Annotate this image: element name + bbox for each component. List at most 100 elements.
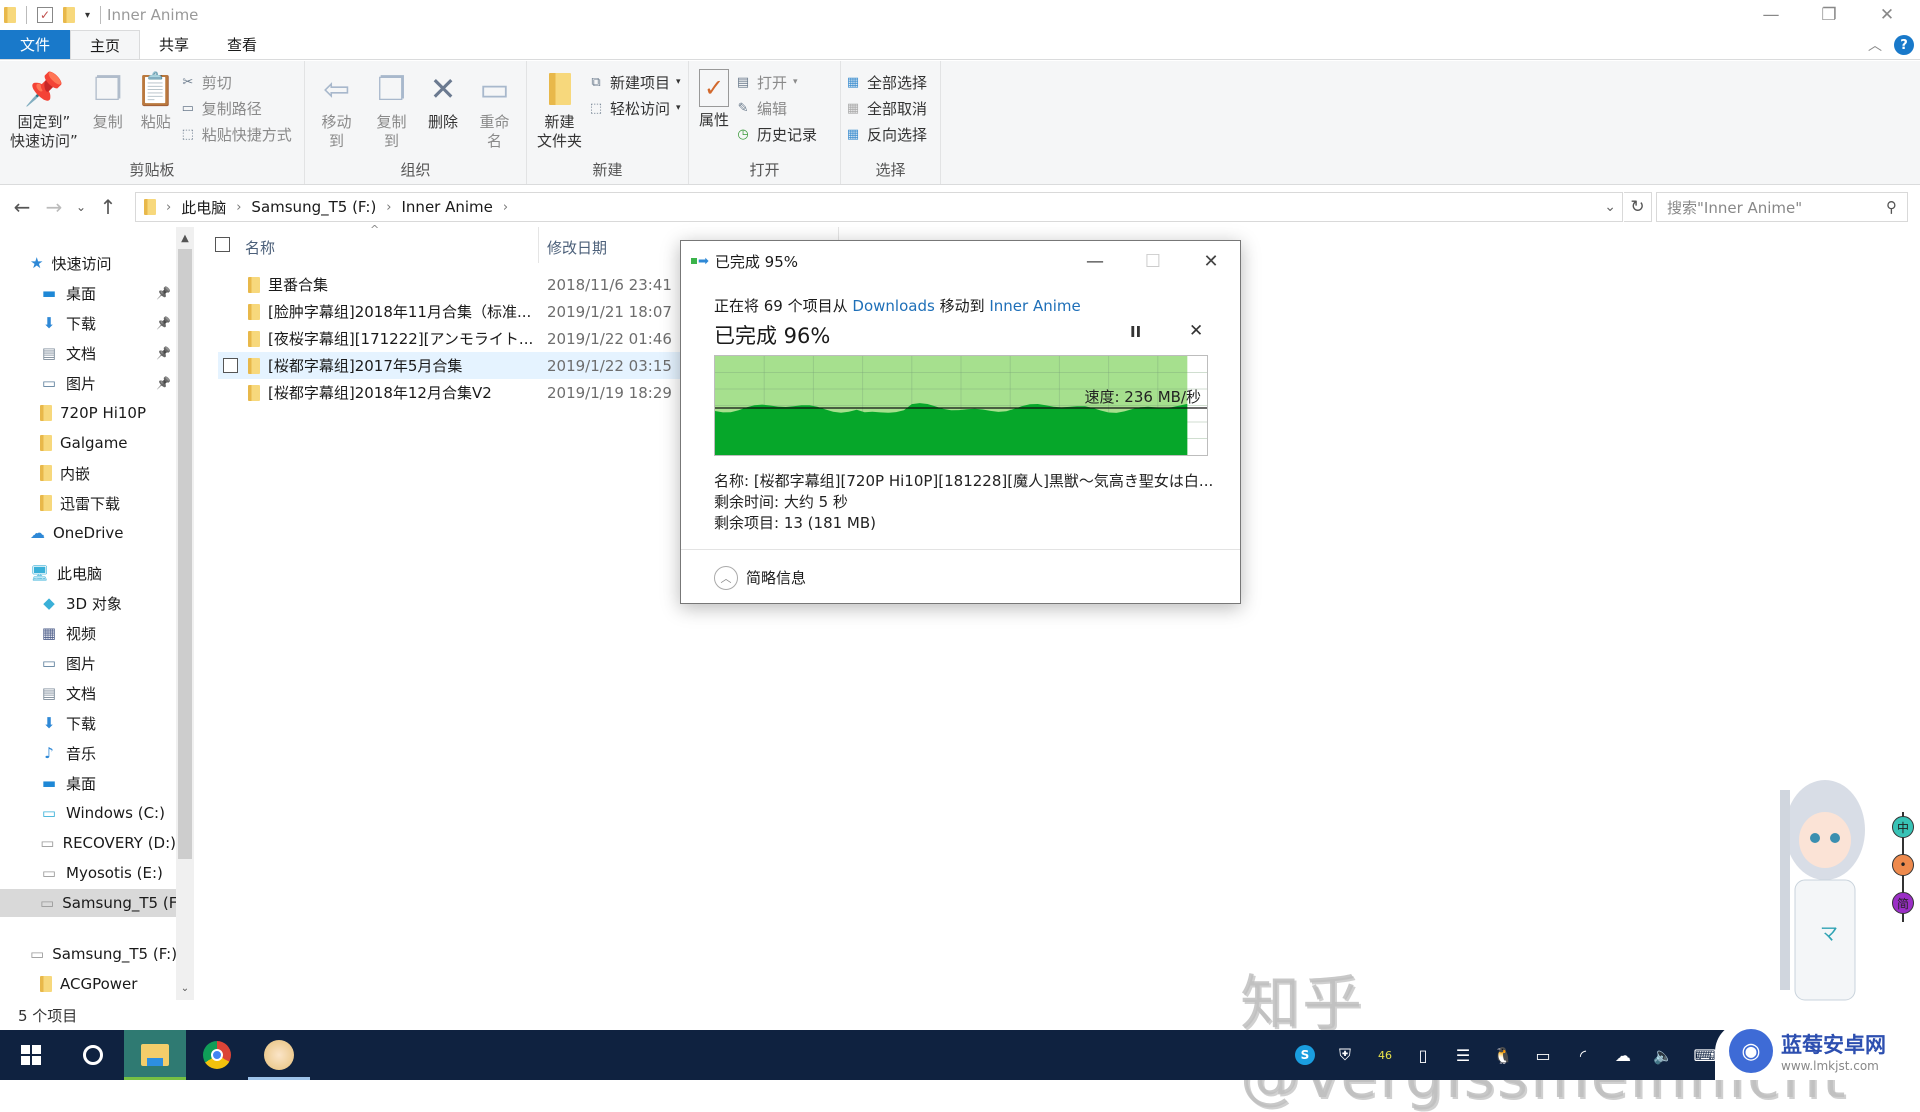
- select-all-button[interactable]: ▦ 全部选择: [845, 71, 927, 93]
- nav-item-pc-1[interactable]: ▦ 视频: [0, 619, 176, 647]
- pause-button[interactable]: II: [1130, 323, 1141, 341]
- tab-home[interactable]: 主页: [70, 30, 141, 59]
- nav-item-quick-3[interactable]: ▭ 图片 📌: [0, 369, 176, 397]
- back-button[interactable]: ←: [6, 191, 38, 223]
- breadcrumb-separator[interactable]: ›: [166, 200, 171, 215]
- pin-icon[interactable]: 📌: [156, 346, 171, 360]
- onedrive-tray-icon[interactable]: ☁: [1608, 1030, 1638, 1080]
- properties-button[interactable]: ✓ 属性: [693, 67, 735, 132]
- skype-icon[interactable]: S: [1290, 1030, 1320, 1080]
- start-button[interactable]: [0, 1030, 62, 1080]
- source-link[interactable]: Downloads: [852, 297, 934, 315]
- paste-shortcut-button[interactable]: ⬚ 粘贴快捷方式: [180, 123, 292, 145]
- easy-access-button[interactable]: ⬚ 轻松访问 ▾: [588, 97, 681, 119]
- invert-selection-button[interactable]: ▦ 反向选择: [845, 123, 927, 145]
- ime-chinese-button[interactable]: 中: [1892, 816, 1914, 838]
- breadcrumb-drive[interactable]: Samsung_T5 (F:): [251, 198, 376, 216]
- tab-view[interactable]: 查看: [208, 30, 276, 59]
- destination-link[interactable]: Inner Anime: [989, 297, 1080, 315]
- notification-speaker-icon[interactable]: ☰: [1448, 1030, 1478, 1080]
- breadcrumb-separator[interactable]: ›: [503, 200, 508, 215]
- new-folder-quick-icon[interactable]: [63, 7, 75, 23]
- pin-icon[interactable]: 📌: [156, 286, 171, 300]
- copy-to-button[interactable]: ❐ 复制到: [364, 67, 419, 153]
- forward-button[interactable]: →: [38, 191, 70, 223]
- breadcrumb-separator[interactable]: ›: [236, 200, 241, 215]
- nav-item-pc-3[interactable]: ▤ 文档: [0, 679, 176, 707]
- address-dropdown-icon[interactable]: ⌄: [1604, 199, 1616, 215]
- nav-this-pc[interactable]: 🖥 此电脑: [0, 559, 102, 587]
- less-details-button[interactable]: 简略信息: [746, 567, 806, 588]
- cancel-button[interactable]: ✕: [1189, 321, 1203, 341]
- nav-item-pc-2[interactable]: ▭ 图片: [0, 649, 176, 677]
- address-bar[interactable]: › 此电脑 › Samsung_T5 (F:) › Inner Anime › …: [135, 192, 1623, 222]
- copy-button[interactable]: ❐ 复制: [84, 67, 132, 134]
- nav-item-pc-6[interactable]: ▬ 桌面: [0, 769, 176, 797]
- tab-share[interactable]: 共享: [140, 30, 208, 59]
- tray-counter[interactable]: 46: [1370, 1030, 1400, 1080]
- pin-icon[interactable]: 📌: [156, 376, 171, 390]
- edit-button[interactable]: ✎ 编辑: [735, 97, 817, 119]
- customize-toolbar-icon[interactable]: ▾: [85, 10, 90, 21]
- breadcrumb-this-pc[interactable]: 此电脑: [181, 197, 226, 218]
- qq-icon[interactable]: 🐧: [1488, 1030, 1518, 1080]
- ime-punctuation-button[interactable]: •: [1892, 854, 1914, 876]
- history-button[interactable]: ◷ 历史记录: [735, 123, 817, 145]
- select-none-button[interactable]: ▦ 全部取消: [845, 97, 927, 119]
- up-button[interactable]: ↑: [92, 191, 124, 223]
- battery-icon[interactable]: ▭: [1528, 1030, 1558, 1080]
- dialog-minimize-button[interactable]: —: [1067, 241, 1123, 281]
- pin-to-quick-access-button[interactable]: 📌 固定到” 快速访问”: [4, 67, 84, 153]
- rename-button[interactable]: ▭ 重命名: [467, 67, 522, 153]
- nav-item-quick-0[interactable]: ▬ 桌面 📌: [0, 279, 176, 307]
- properties-quick-icon[interactable]: ✓: [37, 7, 53, 23]
- close-button[interactable]: ✕: [1858, 0, 1916, 30]
- row-checkbox[interactable]: [223, 358, 238, 373]
- column-name[interactable]: 名称: [245, 237, 275, 258]
- volume-icon[interactable]: 🔈: [1648, 1030, 1678, 1080]
- taskbar-app[interactable]: [248, 1030, 310, 1080]
- dialog-close-button[interactable]: ✕: [1183, 241, 1239, 281]
- help-icon[interactable]: ?: [1894, 35, 1914, 55]
- pin-icon[interactable]: 📌: [156, 316, 171, 330]
- new-folder-button[interactable]: 新建 文件夹: [531, 67, 588, 153]
- collapse-ribbon-icon[interactable]: ︿: [1868, 35, 1882, 55]
- copy-path-button[interactable]: ▭ 复制路径: [180, 97, 292, 119]
- nav-item-quick-2[interactable]: ▤ 文档 📌: [0, 339, 176, 367]
- nav-item-pc-9[interactable]: ▭ Myosotis (E:): [0, 859, 176, 887]
- delete-button[interactable]: ✕ 删除: [419, 67, 467, 134]
- recent-locations-button[interactable]: ⌄: [70, 191, 92, 223]
- nav-item-quick-6[interactable]: 内嵌: [0, 459, 176, 487]
- cortana-button[interactable]: [62, 1030, 124, 1080]
- select-all-checkbox[interactable]: [215, 237, 230, 252]
- column-modified[interactable]: 修改日期: [547, 237, 607, 258]
- nav-item-quick-5[interactable]: Galgame: [0, 429, 176, 457]
- breadcrumb-separator[interactable]: ›: [386, 200, 391, 215]
- usb-icon[interactable]: ▯: [1408, 1030, 1438, 1080]
- defender-icon[interactable]: ⛨: [1330, 1030, 1360, 1080]
- search-input[interactable]: 搜索"Inner Anime" ⚲: [1656, 192, 1908, 222]
- nav-external-drive[interactable]: ▭ Samsung_T5 (F:): [0, 940, 176, 968]
- nav-item-quick-7[interactable]: 迅雷下载: [0, 489, 176, 517]
- scroll-up-icon[interactable]: ▲: [176, 229, 194, 247]
- nav-item-pc-8[interactable]: ▭ RECOVERY (D:): [0, 829, 176, 857]
- tab-file[interactable]: 文件: [0, 30, 70, 59]
- nav-item-pc-4[interactable]: ⬇ 下载: [0, 709, 176, 737]
- column-divider[interactable]: [538, 227, 539, 263]
- paste-button[interactable]: 📋 粘贴: [132, 67, 180, 134]
- scroll-down-icon[interactable]: ⌄: [176, 979, 194, 997]
- new-item-button[interactable]: ⧉ 新建项目 ▾: [588, 71, 680, 93]
- wifi-icon[interactable]: ◜: [1568, 1030, 1598, 1080]
- open-button[interactable]: ▤ 打开 ▾: [735, 71, 817, 93]
- scrollbar-thumb[interactable]: [178, 249, 192, 859]
- nav-quick-access[interactable]: ★ 快速访问: [0, 249, 111, 277]
- nav-item-pc-10[interactable]: ▭ Samsung_T5 (F: [0, 889, 176, 917]
- nav-item-pc-5[interactable]: ♪ 音乐: [0, 739, 176, 767]
- refresh-button[interactable]: ↻: [1624, 192, 1652, 222]
- minimize-button[interactable]: —: [1742, 0, 1800, 30]
- cut-button[interactable]: ✂ 剪切: [180, 71, 292, 93]
- maximize-button[interactable]: ❐: [1800, 0, 1858, 30]
- nav-item-quick-1[interactable]: ⬇ 下载 📌: [0, 309, 176, 337]
- breadcrumb-folder[interactable]: Inner Anime: [402, 198, 493, 216]
- ime-simplified-button[interactable]: 简: [1892, 892, 1914, 914]
